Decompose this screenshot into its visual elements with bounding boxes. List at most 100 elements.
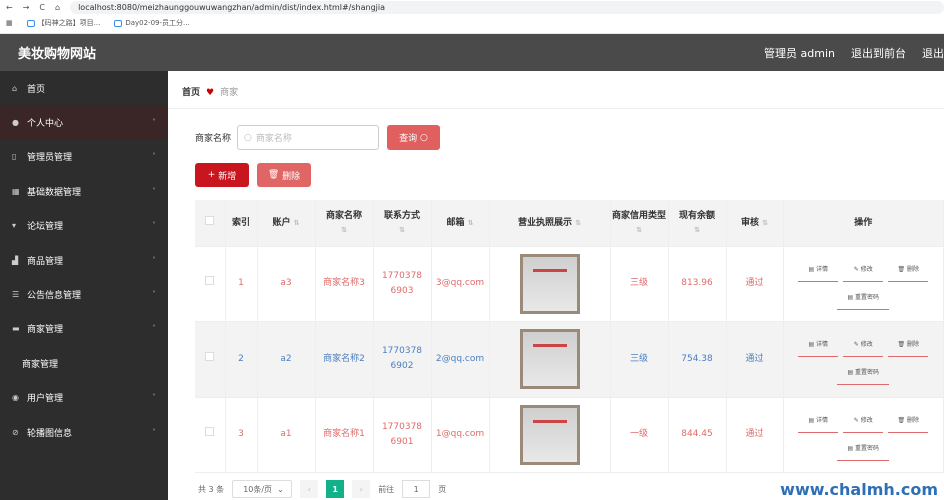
chevron-down-icon: ˅ bbox=[152, 255, 156, 265]
cell-audit: 通过 bbox=[726, 397, 784, 473]
sidebar-item[interactable]: ▬ 商家管理 ˄ bbox=[0, 312, 168, 346]
prev-page-button[interactable]: ‹ bbox=[300, 480, 319, 498]
edit-button[interactable]: ✎ 修改 bbox=[843, 258, 884, 282]
col-license[interactable]: 营业执照展示 ⇅ bbox=[489, 200, 611, 247]
col-credit[interactable]: 商家信用类型 ⇅ bbox=[610, 200, 669, 247]
plus-icon: + bbox=[207, 170, 216, 180]
forum-icon: ▾ bbox=[12, 221, 17, 231]
location-icon: ◉ bbox=[12, 393, 19, 403]
license-image[interactable] bbox=[519, 329, 580, 390]
reload-icon[interactable]: C bbox=[39, 3, 45, 12]
chevron-down-icon: ˅ bbox=[152, 290, 156, 300]
home-icon[interactable]: ⌂ bbox=[55, 3, 60, 12]
license-image[interactable] bbox=[519, 253, 580, 314]
sidebar-item-label: 首页 bbox=[27, 84, 46, 95]
select-all-checkbox[interactable] bbox=[205, 215, 215, 225]
sidebar-item[interactable]: ● 个人中心 ˅ bbox=[0, 105, 168, 140]
cell-name: 商家名称2 bbox=[315, 321, 374, 398]
page-button[interactable]: 1 bbox=[326, 480, 345, 498]
col-phone[interactable]: 联系方式 ⇅ bbox=[373, 200, 432, 247]
row-delete-button[interactable]: 🗑 删除 bbox=[888, 258, 929, 282]
apps-icon[interactable]: ▦ bbox=[6, 19, 13, 27]
col-actions: 操作 bbox=[783, 200, 944, 247]
grid-icon: ▦ bbox=[12, 186, 20, 196]
col-audit[interactable]: 审核 ⇅ bbox=[726, 200, 784, 247]
top-header: 美妆购物网站 管理员 admin 退出到前台 退出 bbox=[0, 34, 944, 71]
phone-icon: ▯ bbox=[12, 152, 17, 162]
admin-user[interactable]: 管理员 admin bbox=[764, 45, 835, 61]
bookmark[interactable]: Day02-09-员工分... bbox=[114, 18, 190, 28]
sidebar-item[interactable]: ▾ 论坛管理 ˅ bbox=[0, 209, 168, 243]
address-bar[interactable]: localhost:8080/meizhaunggouwuwangzhan/ad… bbox=[70, 0, 944, 14]
detail-button[interactable]: ▤ 详情 bbox=[798, 258, 839, 282]
cell-license bbox=[489, 246, 611, 322]
sidebar-item[interactable]: ⊘ 轮播图信息 ˅ bbox=[0, 415, 168, 449]
browser-chrome: ← → C ⌂ localhost:8080/meizhaunggouwuwangzh… bbox=[0, 0, 944, 34]
bookmark[interactable]: 【码神之路】项目... bbox=[26, 18, 100, 28]
delete-button[interactable]: 🗑 删除 bbox=[257, 163, 311, 187]
detail-button[interactable]: ▤ 详情 bbox=[798, 409, 839, 433]
sidebar: ⌂ 首页 ● 个人中心 ˅ ▯ 管理员管理 ˅ ▦ 基础数据管理 ˅ ▾ 论坛管理 ˅ ▟ 商品管理 ˅ ☰ 公告信… bbox=[0, 71, 168, 500]
search-icon: ○ bbox=[244, 132, 252, 143]
goto-page-input[interactable]: 1 bbox=[402, 480, 431, 498]
sidebar-item[interactable]: ▟ 商品管理 ˅ bbox=[0, 243, 168, 277]
table-row: 3 a1 商家名称1 17703786901 1@qq.com 一级 844.4… bbox=[195, 397, 944, 473]
reset-password-button[interactable]: ▤ 重置密码 bbox=[837, 361, 890, 386]
next-page-button[interactable]: › bbox=[352, 480, 371, 498]
cell-license bbox=[489, 321, 611, 398]
sidebar-item[interactable]: ▯ 管理员管理 ˅ bbox=[0, 140, 168, 174]
edit-button[interactable]: ✎ 修改 bbox=[843, 333, 884, 358]
cell-account: a2 bbox=[257, 321, 316, 398]
trash-icon: 🗑 bbox=[267, 170, 280, 180]
breadcrumb-home[interactable]: 首页 bbox=[182, 88, 200, 98]
sidebar-item[interactable]: 商家管理 bbox=[0, 346, 168, 380]
add-button[interactable]: + 新增 bbox=[195, 163, 249, 187]
chevron-down-icon: ˅ bbox=[152, 118, 156, 128]
col-email[interactable]: 邮箱 ⇅ bbox=[431, 200, 490, 247]
cell-index: 1 bbox=[225, 246, 258, 322]
col-balance[interactable]: 现有余额 ⇅ bbox=[668, 200, 727, 247]
row-delete-button[interactable]: 🗑 删除 bbox=[888, 409, 929, 433]
chevron-down-icon: ˅ bbox=[152, 427, 156, 437]
cell-actions: ▤ 详情 ✎ 修改 🗑 删除 ▤ 重置密码 bbox=[783, 246, 944, 322]
col-name[interactable]: 商家名称 ⇅ bbox=[315, 200, 374, 247]
cell-balance: 813.96 bbox=[668, 246, 727, 322]
col-account[interactable]: 账户 ⇅ bbox=[257, 200, 316, 247]
cell-name: 商家名称3 bbox=[315, 246, 374, 322]
goto-label: 前往 bbox=[378, 484, 395, 494]
cell-email: 1@qq.com bbox=[431, 397, 490, 473]
sidebar-item-label: 管理员管理 bbox=[27, 153, 73, 164]
cell-name: 商家名称1 bbox=[315, 397, 374, 473]
row-checkbox[interactable] bbox=[205, 427, 215, 437]
row-checkbox[interactable] bbox=[205, 351, 215, 361]
sidebar-item-label: 基础数据管理 bbox=[27, 187, 82, 198]
sidebar-item[interactable]: ◉ 用户管理 ˅ bbox=[0, 381, 168, 415]
row-checkbox[interactable] bbox=[205, 276, 215, 286]
link-icon: ⊘ bbox=[12, 427, 19, 437]
chevron-down-icon: ˅ bbox=[152, 152, 156, 162]
logout-link[interactable]: 退出 bbox=[922, 45, 944, 61]
cell-balance: 844.45 bbox=[668, 397, 727, 473]
merchant-name-input[interactable]: ○ 商家名称 bbox=[237, 125, 380, 150]
edit-button[interactable]: ✎ 修改 bbox=[843, 409, 884, 433]
detail-button[interactable]: ▤ 详情 bbox=[798, 333, 839, 358]
merchant-table: 索引 账户 ⇅ 商家名称 ⇅ 联系方式 ⇅ 邮箱 ⇅ 营业执照展示 ⇅ 商家信用类型… bbox=[195, 200, 944, 473]
sidebar-item[interactable]: ⌂ 首页 bbox=[0, 71, 168, 105]
query-button[interactable]: 查询 ○ bbox=[387, 125, 441, 150]
sidebar-item[interactable]: ▦ 基础数据管理 ˅ bbox=[0, 174, 168, 208]
sidebar-item[interactable]: ☰ 公告信息管理 ˅ bbox=[0, 277, 168, 311]
row-delete-button[interactable]: 🗑 删除 bbox=[888, 333, 929, 358]
page-unit: 页 bbox=[438, 484, 447, 494]
chevron-up-icon: ˄ bbox=[152, 324, 156, 334]
forward-icon[interactable]: → bbox=[23, 3, 30, 12]
heart-icon: ♥ bbox=[206, 88, 215, 98]
license-image[interactable] bbox=[519, 404, 580, 465]
page-size-select[interactable]: 10条/页 ⌄ bbox=[232, 480, 293, 498]
cell-phone: 17703786902 bbox=[373, 321, 432, 398]
sidebar-item-label: 商品管理 bbox=[27, 256, 64, 267]
cell-credit: 三级 bbox=[610, 321, 669, 398]
front-link[interactable]: 退出到前台 bbox=[851, 45, 906, 61]
reset-password-button[interactable]: ▤ 重置密码 bbox=[837, 437, 890, 461]
back-icon[interactable]: ← bbox=[6, 3, 13, 12]
reset-password-button[interactable]: ▤ 重置密码 bbox=[837, 286, 890, 310]
